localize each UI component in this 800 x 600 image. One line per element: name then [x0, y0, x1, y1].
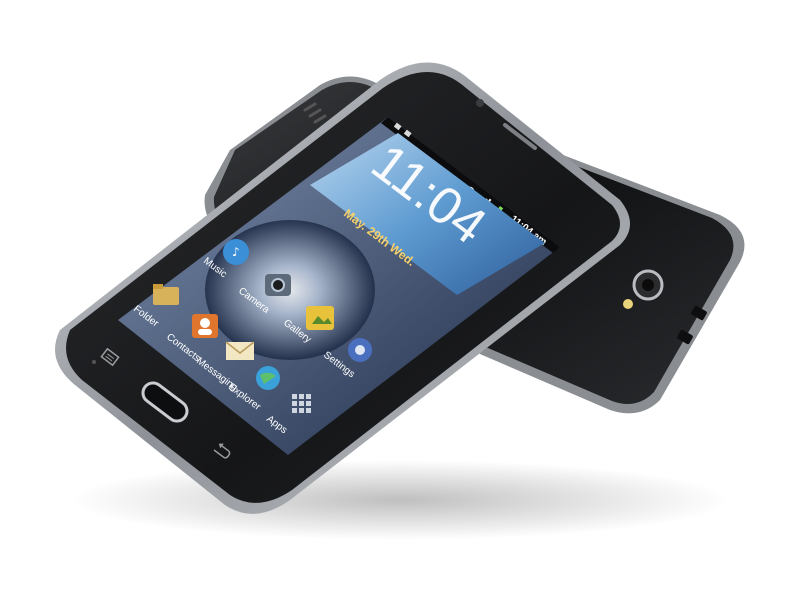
app-icon-folder[interactable]: [153, 284, 179, 305]
app-icon-apps[interactable]: [292, 394, 311, 413]
sensor-dot: [92, 360, 96, 364]
app-icon-gallery[interactable]: [306, 306, 334, 330]
front-phone: 11:04 am 11:04 May. 29th Wed.: [55, 62, 630, 514]
app-icon-contacts[interactable]: [192, 314, 218, 338]
svg-text:♪: ♪: [232, 245, 240, 259]
app-icon-music[interactable]: ♪: [223, 239, 249, 265]
photo-stage: 11:04 am 11:04 May. 29th Wed.: [55, 62, 745, 540]
app-icon-explorer[interactable]: [256, 366, 280, 390]
front-camera: [476, 99, 484, 107]
floor-shadow: [70, 460, 730, 540]
app-icon-messaging[interactable]: [225, 341, 255, 360]
app-icon-camera[interactable]: [265, 274, 291, 296]
camera-lens: [632, 269, 664, 301]
app-icon-settings[interactable]: [348, 338, 372, 362]
flash: [623, 299, 633, 309]
